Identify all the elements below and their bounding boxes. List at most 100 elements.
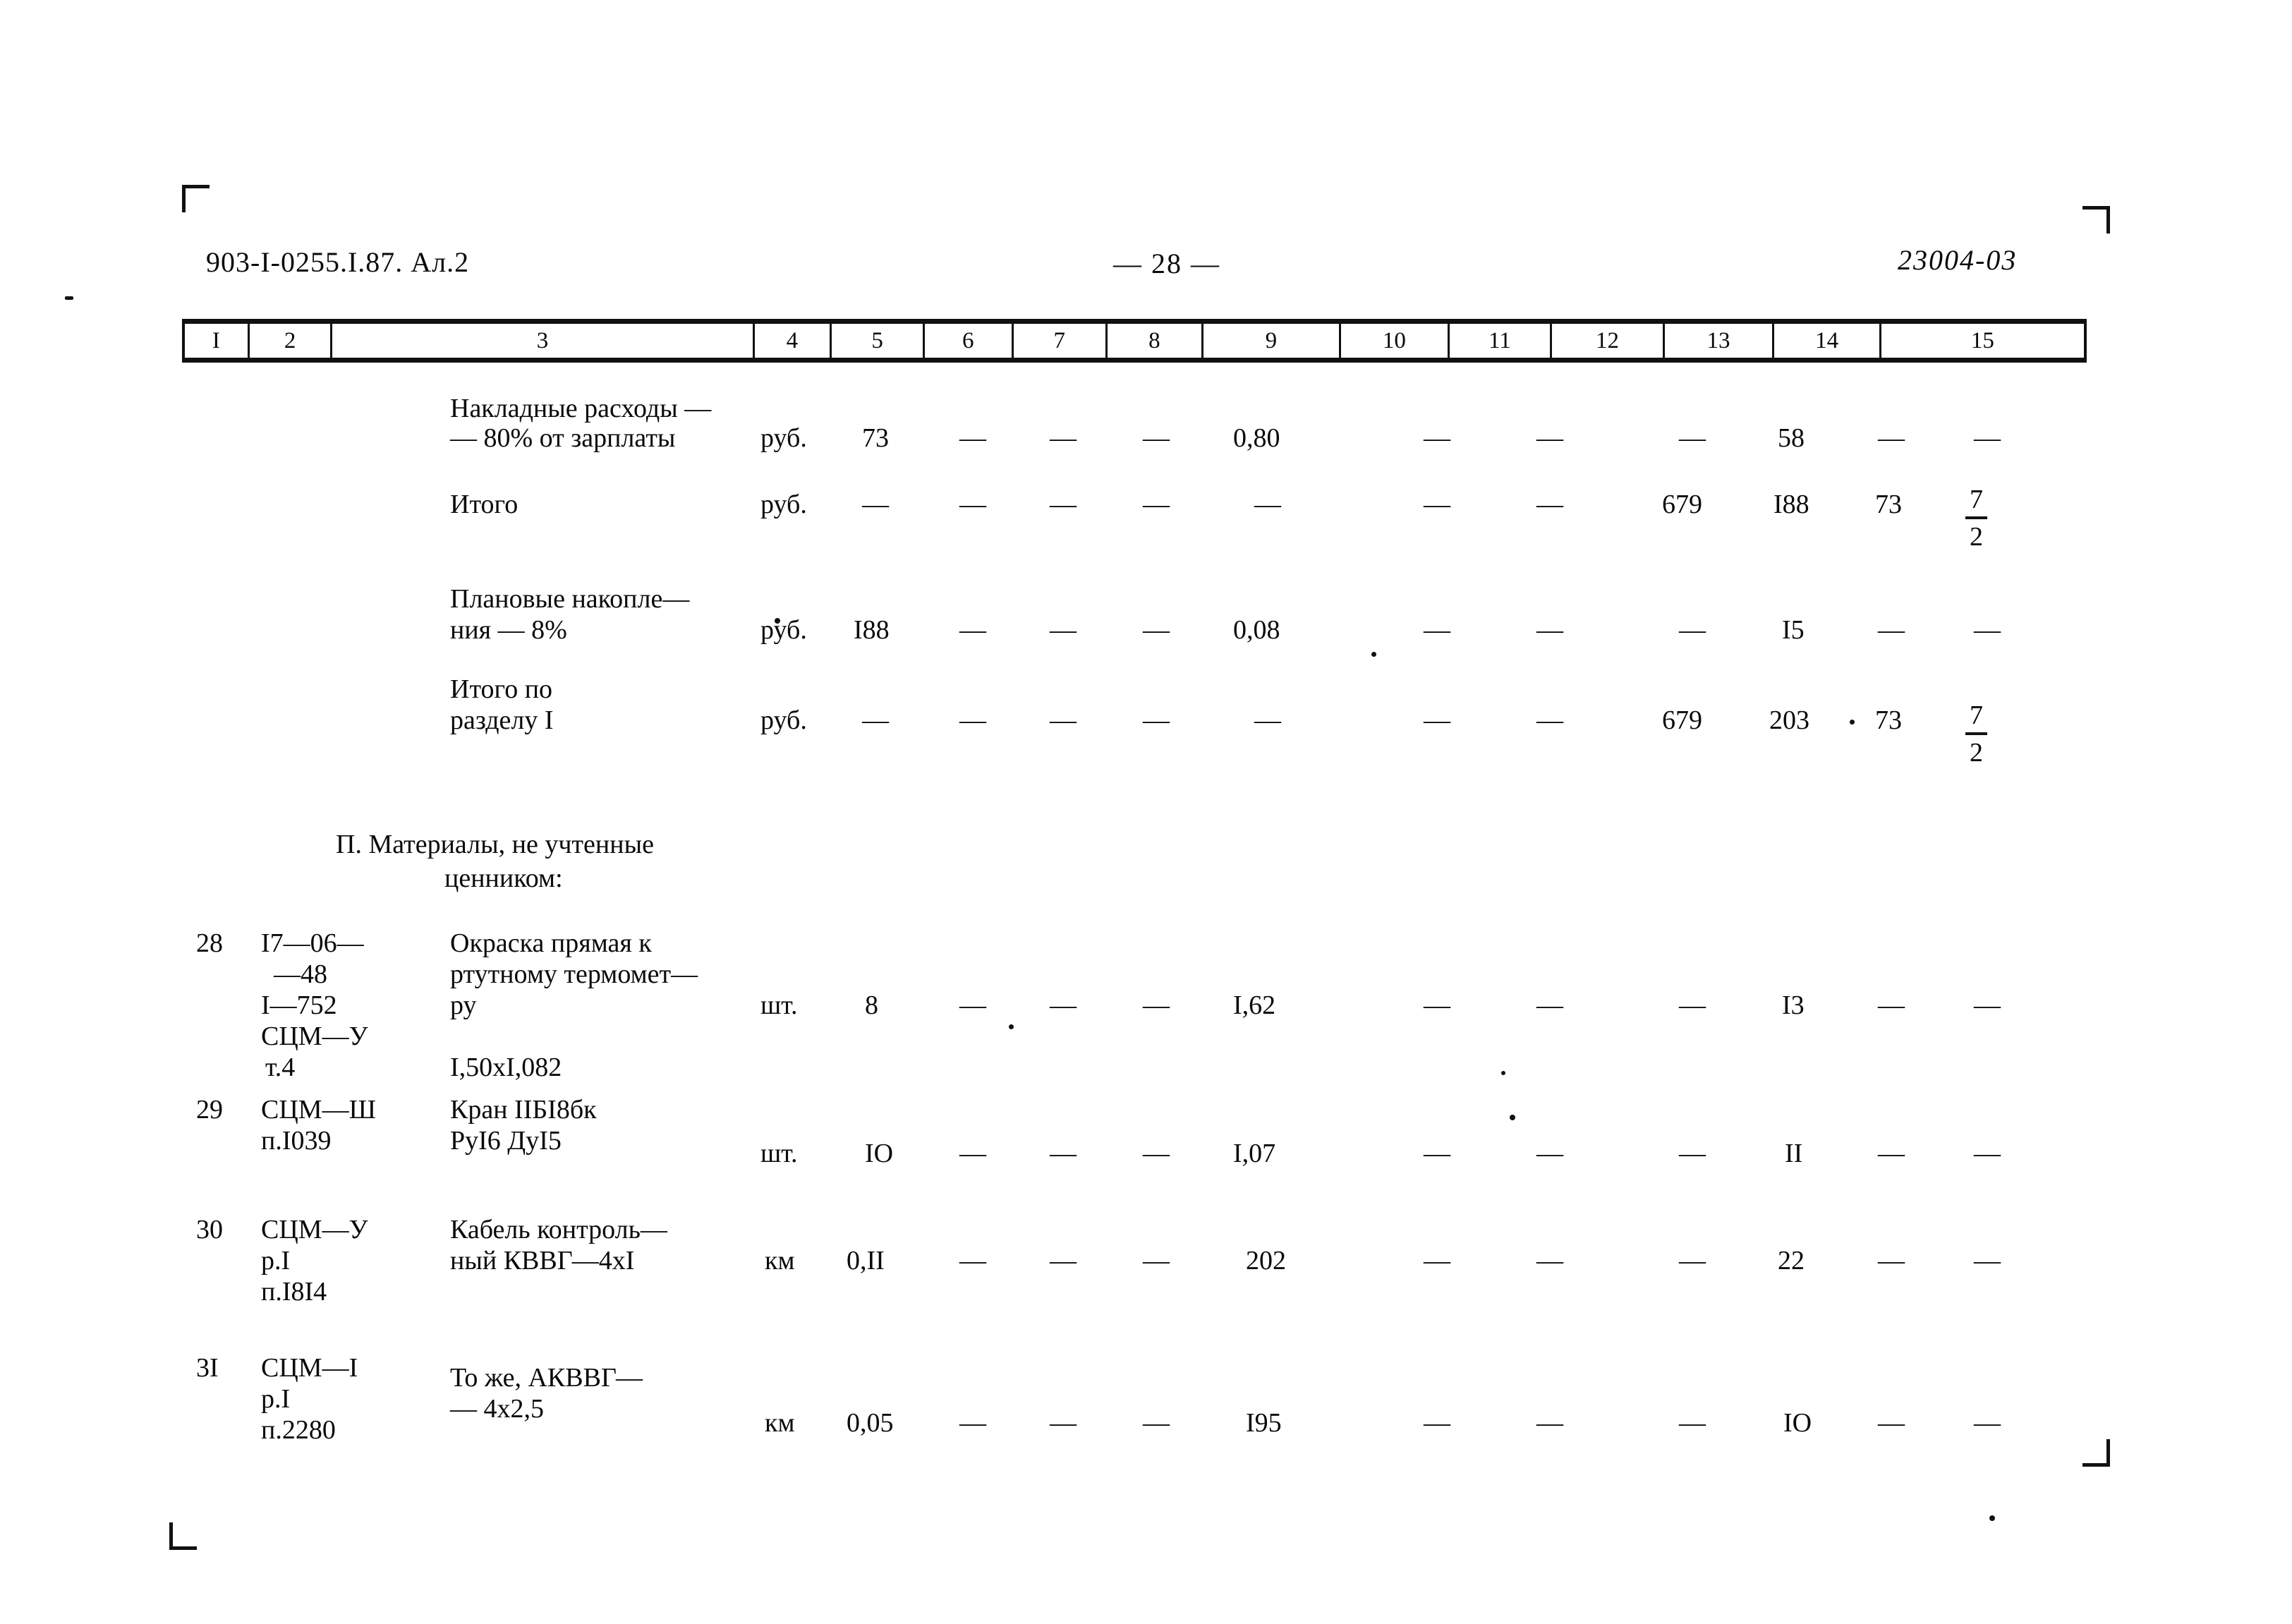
row-code-line2: р.I xyxy=(261,1384,291,1414)
section-heading: П. Материалы, не учтенные ценником: xyxy=(182,814,2087,927)
row-col-13: I5 xyxy=(1782,615,1805,645)
row-col-8: — xyxy=(1143,705,1170,735)
column-header-4: 4 xyxy=(755,324,832,358)
row-col-10: — xyxy=(1424,1246,1450,1275)
row-code-line3: п.2280 xyxy=(261,1415,336,1445)
row-col-8: — xyxy=(1143,423,1170,453)
row-col-14: 73 xyxy=(1875,490,1902,519)
row-col-13: IO xyxy=(1783,1408,1812,1438)
row-col-13: 58 xyxy=(1778,423,1805,453)
row-col-15: — xyxy=(1974,1408,2001,1438)
column-header-10: 10 xyxy=(1341,324,1450,358)
section-heading-line2: ценником: xyxy=(444,863,563,893)
scan-speck xyxy=(1850,720,1855,725)
row-desc-line2: ный КВВГ—4хI xyxy=(450,1246,635,1275)
row-col-11: — xyxy=(1536,423,1563,453)
row-code-line2: р.I xyxy=(261,1246,291,1275)
row-col-11: — xyxy=(1536,990,1563,1020)
row-col-6: — xyxy=(959,490,986,519)
row-number: 28 xyxy=(196,928,223,958)
row-col-11: — xyxy=(1536,1408,1563,1438)
row-col-15: — xyxy=(1974,615,2001,645)
row-code-line4: СЦМ—У xyxy=(261,1022,368,1051)
row-col-12: 679 xyxy=(1662,490,1702,519)
table-row: 29 СЦМ—Ш п.I039 Кран IIБI8бк РуI6 ДуI5 ш… xyxy=(182,1093,2087,1213)
row-col-11: — xyxy=(1536,615,1563,645)
row-code-line3: п.I8I4 xyxy=(261,1277,327,1307)
scan-speck xyxy=(775,618,780,624)
row-col-9: I95 xyxy=(1246,1408,1282,1438)
row-col-14: 73 xyxy=(1875,705,1902,735)
row-col-15: — xyxy=(1974,423,2001,453)
row-col-12: — xyxy=(1679,1246,1706,1275)
table-row: Итого руб. — — — — — — — 679 I88 73 72 xyxy=(182,478,2087,583)
row-col-13: I88 xyxy=(1773,490,1809,519)
row-col-14: — xyxy=(1878,423,1905,453)
row-col-5: 73 xyxy=(862,423,889,453)
row-col-5: I88 xyxy=(854,615,890,645)
row-unit: руб. xyxy=(760,423,807,453)
scan-speck xyxy=(1989,1515,1995,1521)
fraction-numerator: 7 xyxy=(1965,700,1987,735)
row-number: 3I xyxy=(196,1353,219,1383)
scan-speck xyxy=(1501,1071,1505,1075)
row-col-12: — xyxy=(1679,1139,1706,1168)
row-col-10: — xyxy=(1424,1408,1450,1438)
row-col-7: — xyxy=(1050,490,1077,519)
scanned-page: 903-I-0255.I.87. Ал.2 — 28 — 23004-03 I … xyxy=(0,0,2292,1624)
table-row: 28 I7—06— —48 I—752 СЦМ—У т.4 Окраска пр… xyxy=(182,927,2087,1093)
row-col-8: — xyxy=(1143,1246,1170,1275)
row-desc-line2: разделу I xyxy=(450,705,554,735)
column-header-11: 11 xyxy=(1450,324,1553,358)
row-col-8: — xyxy=(1143,615,1170,645)
row-col-11: — xyxy=(1536,1246,1563,1275)
row-col-13: II xyxy=(1785,1139,1803,1168)
row-col-5: — xyxy=(862,490,889,519)
column-header-14: 14 xyxy=(1774,324,1881,358)
row-col-11: — xyxy=(1536,1139,1563,1168)
row-col-10: — xyxy=(1424,705,1450,735)
row-col-8: — xyxy=(1143,1139,1170,1168)
row-desc-line3: ру xyxy=(450,990,477,1020)
document-code-left: 903-I-0255.I.87. Ал.2 xyxy=(206,246,470,278)
row-col-14: — xyxy=(1878,990,1905,1020)
row-col-10: — xyxy=(1424,490,1450,519)
row-col-8: — xyxy=(1143,990,1170,1020)
row-unit: км xyxy=(765,1246,795,1275)
column-header-13: 13 xyxy=(1665,324,1775,358)
row-col-9: I,62 xyxy=(1233,990,1276,1020)
row-col-15-fraction: 72 xyxy=(1965,484,1987,554)
row-desc-line1: Кабель контроль— xyxy=(450,1215,667,1244)
column-header-12: 12 xyxy=(1552,324,1665,358)
column-header-7: 7 xyxy=(1014,324,1108,358)
crop-mark-bottom-left xyxy=(169,1522,197,1550)
row-col-6: — xyxy=(959,1408,986,1438)
row-col-12: — xyxy=(1679,615,1706,645)
row-col-7: — xyxy=(1050,1408,1077,1438)
row-col-6: — xyxy=(959,705,986,735)
row-col-10: — xyxy=(1424,615,1450,645)
row-col-6: — xyxy=(959,615,986,645)
row-code-line2: п.I039 xyxy=(261,1126,332,1156)
row-desc-line2: — 80% от зарплаты xyxy=(450,423,676,453)
row-desc-line1: Итого по xyxy=(450,674,553,704)
row-col-6: — xyxy=(959,1246,986,1275)
column-header-3: 3 xyxy=(332,324,755,358)
row-col-14: — xyxy=(1878,615,1905,645)
row-unit: руб. xyxy=(760,490,807,519)
row-col-5: IO xyxy=(865,1139,894,1168)
row-desc-line1: Кран IIБI8бк xyxy=(450,1095,597,1125)
fraction-numerator: 7 xyxy=(1965,484,1987,519)
row-desc-line4: I,50хI,082 xyxy=(450,1053,562,1082)
column-header-5: 5 xyxy=(832,324,925,358)
section-heading-line1: П. Материалы, не учтенные xyxy=(336,830,654,859)
column-header-9: 9 xyxy=(1203,324,1342,358)
row-desc-line1: Накладные расходы — xyxy=(450,394,712,423)
row-col-12: — xyxy=(1679,1408,1706,1438)
scan-speck xyxy=(1510,1115,1515,1120)
scan-speck xyxy=(1009,1024,1014,1029)
row-col-9: 0,80 xyxy=(1233,423,1280,453)
column-header-2: 2 xyxy=(250,324,333,358)
row-unit: руб. xyxy=(760,705,807,735)
scan-speck xyxy=(65,296,73,300)
